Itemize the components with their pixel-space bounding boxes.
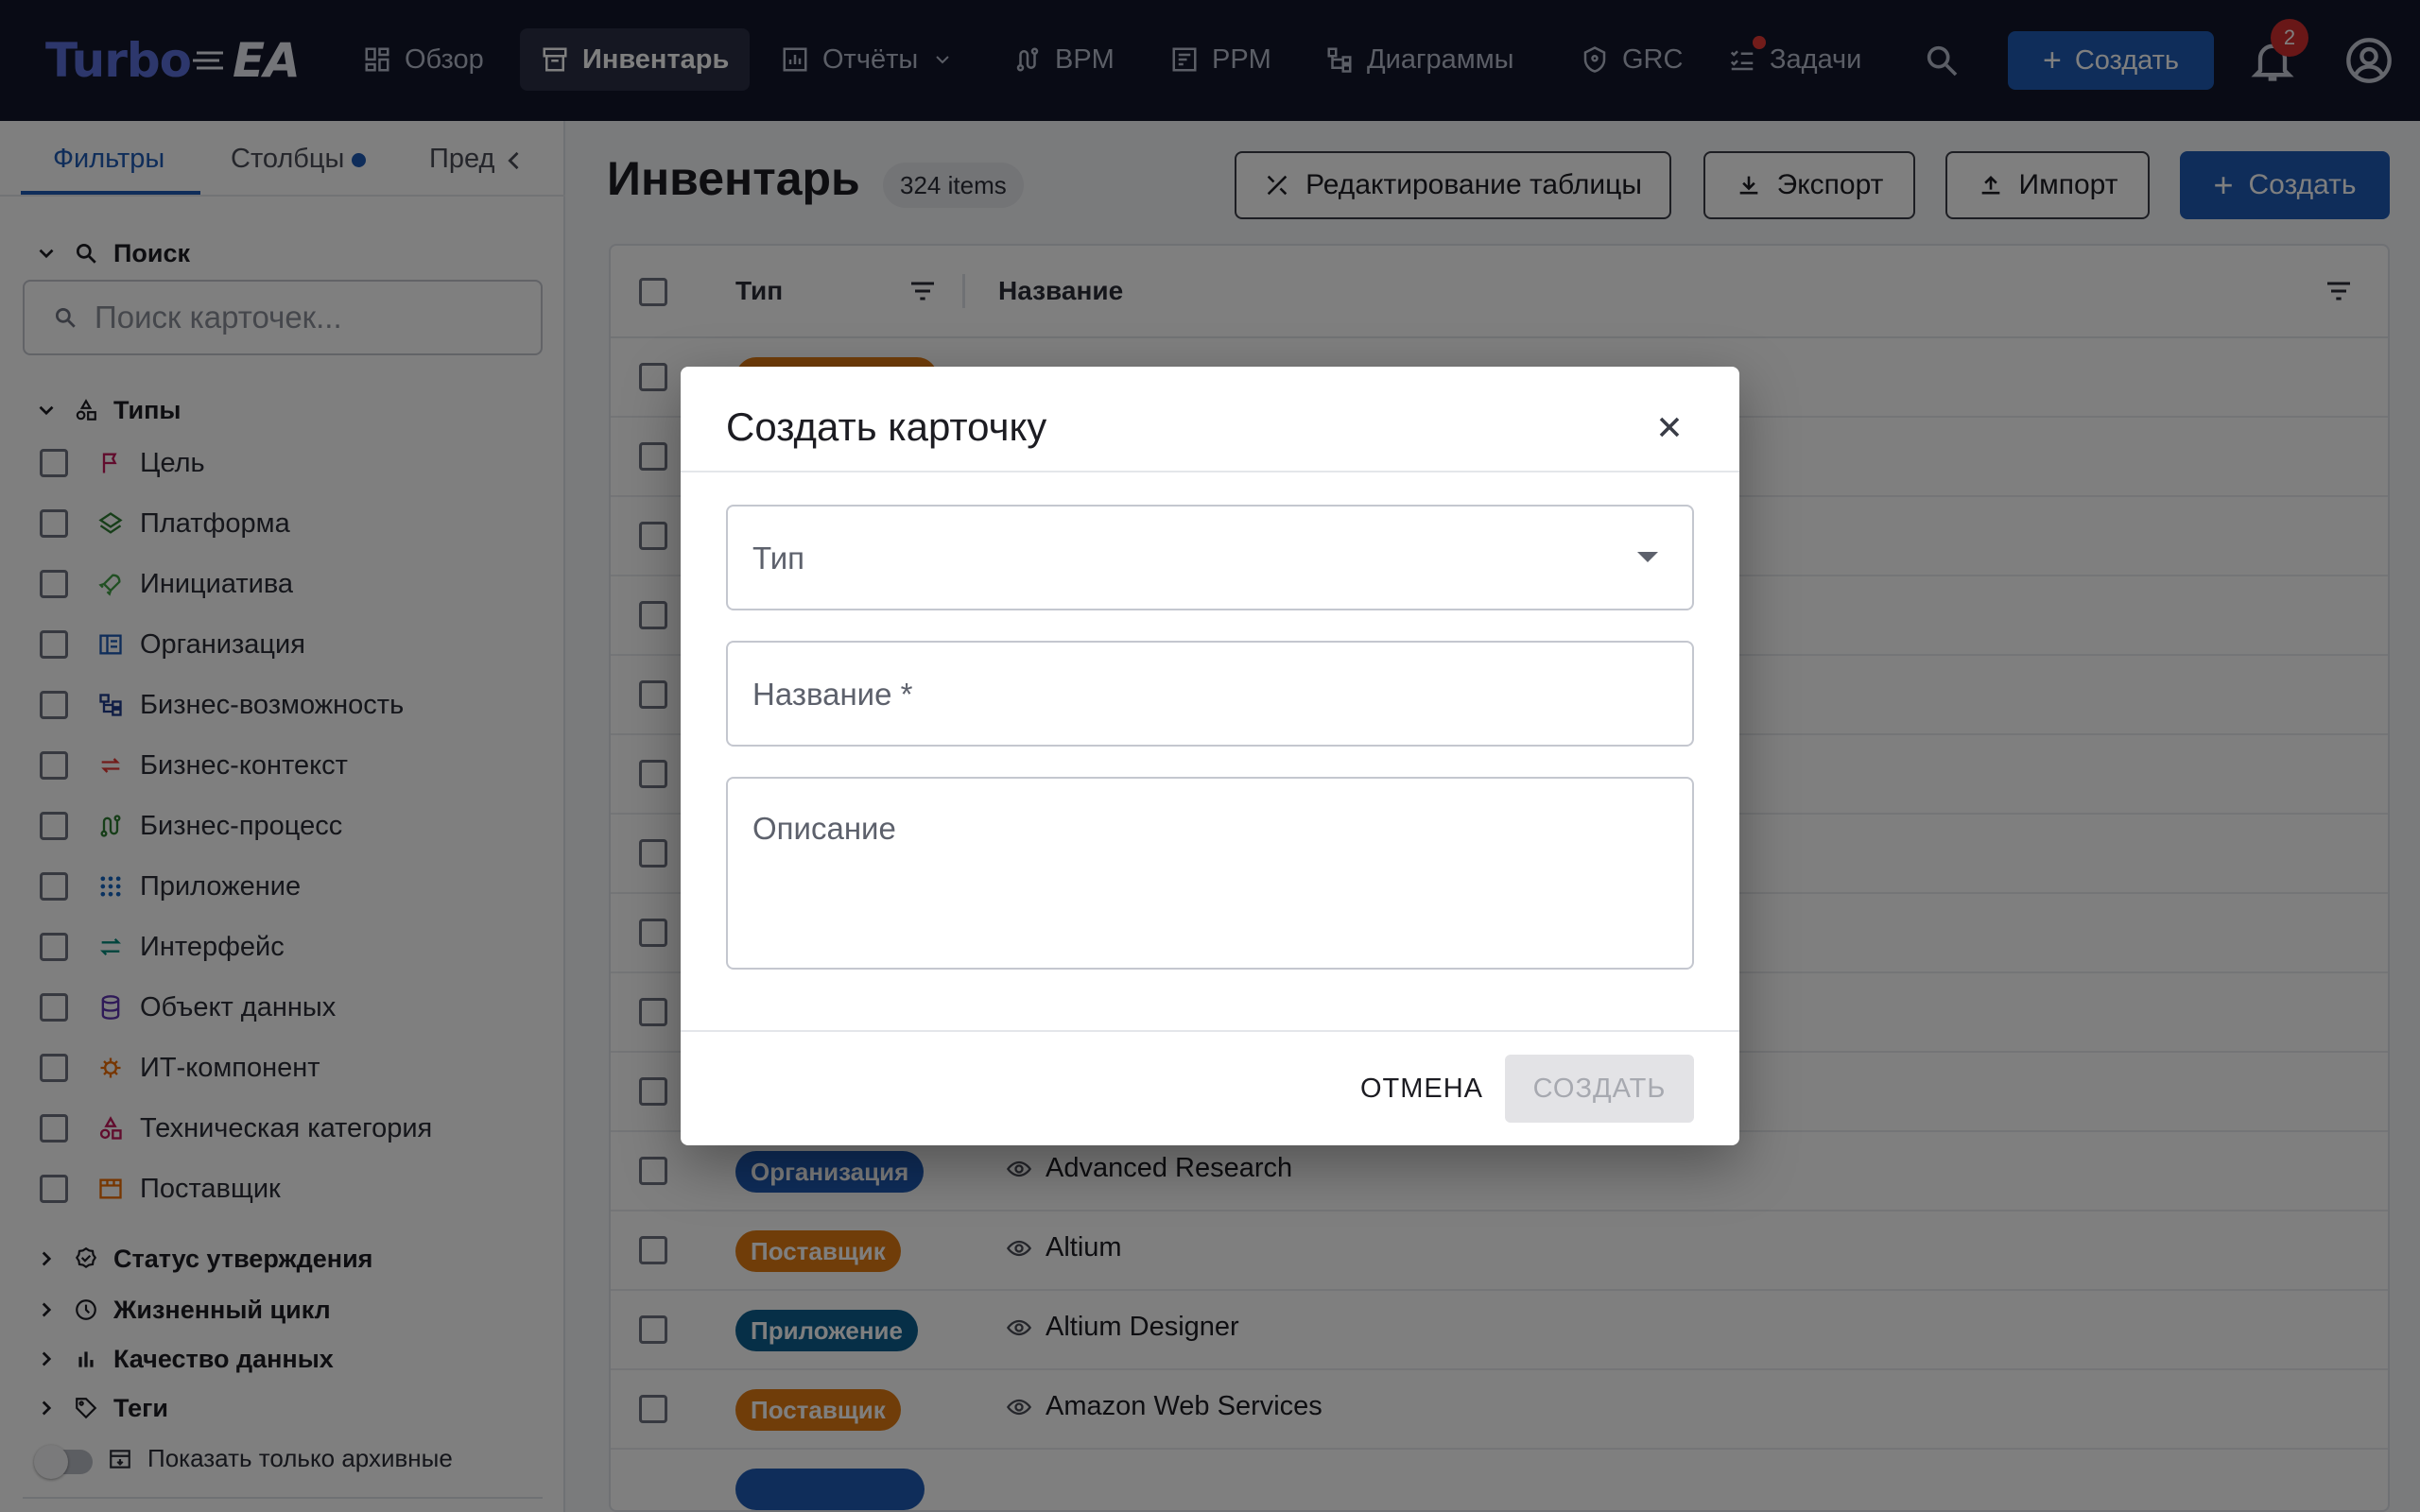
- cancel-button[interactable]: ОТМЕНА: [1339, 1055, 1505, 1123]
- create-card-dialog: Создать карточку Тип Название * Описание…: [681, 367, 1739, 1145]
- close-icon[interactable]: [1652, 410, 1686, 444]
- type-select[interactable]: Тип: [726, 505, 1694, 610]
- type-select-label: Тип: [752, 541, 805, 576]
- description-field-label: Описание: [752, 811, 896, 846]
- name-field-label: Название *: [752, 677, 913, 712]
- description-field[interactable]: Описание: [726, 777, 1694, 970]
- dialog-create-button[interactable]: СОЗДАТЬ: [1505, 1055, 1694, 1123]
- dropdown-arrow-icon: [1637, 552, 1658, 562]
- name-field[interactable]: Название *: [726, 641, 1694, 747]
- dialog-divider: [681, 471, 1739, 472]
- dialog-footer-divider: [681, 1030, 1739, 1032]
- dialog-title: Создать карточку: [726, 404, 1047, 449]
